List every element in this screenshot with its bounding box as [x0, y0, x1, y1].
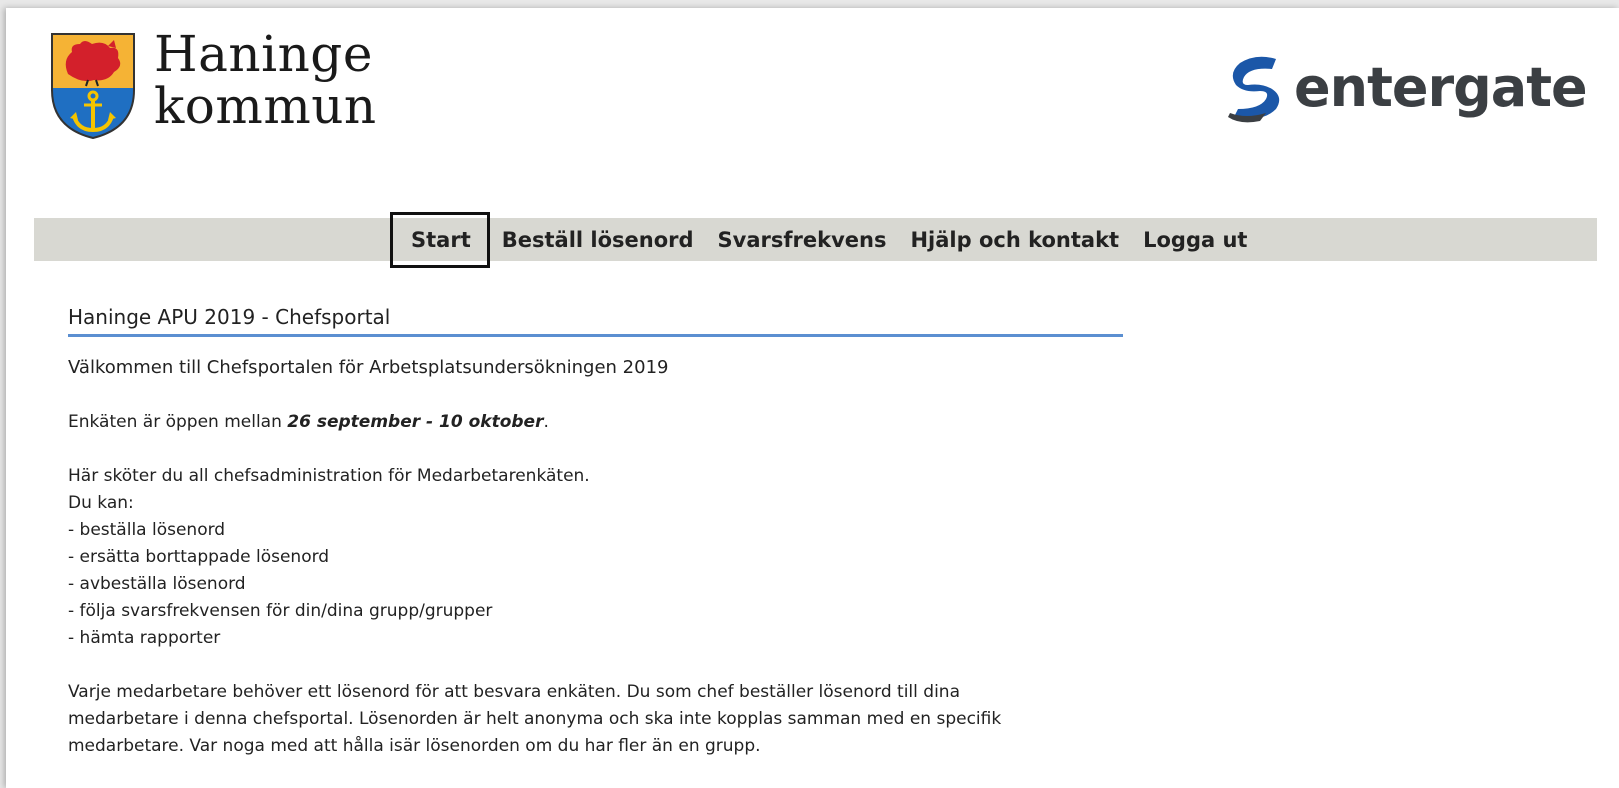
nav-item-bestall-losenord[interactable]: Beställ lösenord — [490, 228, 706, 252]
brand-line-2: kommun — [154, 77, 377, 135]
brand-line-1: Haninge — [154, 25, 373, 83]
intro-line: - beställa lösenord — [68, 520, 226, 540]
entergate-wordmark: entergate — [1294, 56, 1588, 119]
entergate-logo: entergate — [1226, 48, 1588, 128]
intro-line: - avbeställa lösenord — [68, 574, 246, 594]
survey-period-prefix: Enkäten är öppen mellan — [68, 412, 288, 432]
password-info-line: Varje medarbetare behöver ett lösenord f… — [68, 682, 960, 702]
survey-period-dates: 26 september - 10 oktober — [287, 412, 544, 432]
survey-period-suffix: . — [543, 412, 549, 432]
entergate-swirl-icon — [1226, 53, 1282, 123]
password-info: Varje medarbetare behöver ett lösenord f… — [68, 679, 1128, 760]
nav-items: Start Beställ lösenord Svarsfrekvens Hjälp … — [390, 211, 1259, 268]
welcome-text: Välkommen till Chefsportalen för Arbetsp… — [68, 357, 669, 378]
intro-list: Här sköter du all chefsadministration fö… — [68, 463, 1128, 652]
password-info-line: medarbetare i denna chefsportal. Lösenor… — [68, 709, 1002, 729]
intro-line: - följa svarsfrekvensen för din/dina gru… — [68, 601, 493, 621]
intro-line: - ersätta borttappade lösenord — [68, 547, 330, 567]
main-content: Haninge APU 2019 - Chefsportal Välkommen… — [68, 304, 1128, 760]
intro-line: Här sköter du all chefsadministration fö… — [68, 466, 590, 486]
nav-item-start[interactable]: Start — [390, 211, 490, 268]
haninge-crest-icon — [48, 30, 138, 142]
brand-name: Haninge kommun — [154, 28, 377, 132]
intro-line: Du kan: — [68, 493, 134, 513]
nav-item-svarsfrekvens[interactable]: Svarsfrekvens — [706, 228, 899, 252]
main-navigation: Start Beställ lösenord Svarsfrekvens Hjälp … — [34, 211, 1597, 268]
page: Haninge kommun entergate Start Beställ lö… — [6, 8, 1619, 788]
nav-item-logga-ut[interactable]: Logga ut — [1131, 228, 1259, 252]
nav-item-hjalp-och-kontakt[interactable]: Hjälp och kontakt — [898, 228, 1131, 252]
intro-line: - hämta rapporter — [68, 628, 221, 648]
survey-period: Enkäten är öppen mellan 26 september - 1… — [68, 409, 1128, 436]
password-info-line: medarbetare. Var noga med att hålla isär… — [68, 736, 761, 756]
page-title: Haninge APU 2019 - Chefsportal — [68, 304, 1123, 337]
